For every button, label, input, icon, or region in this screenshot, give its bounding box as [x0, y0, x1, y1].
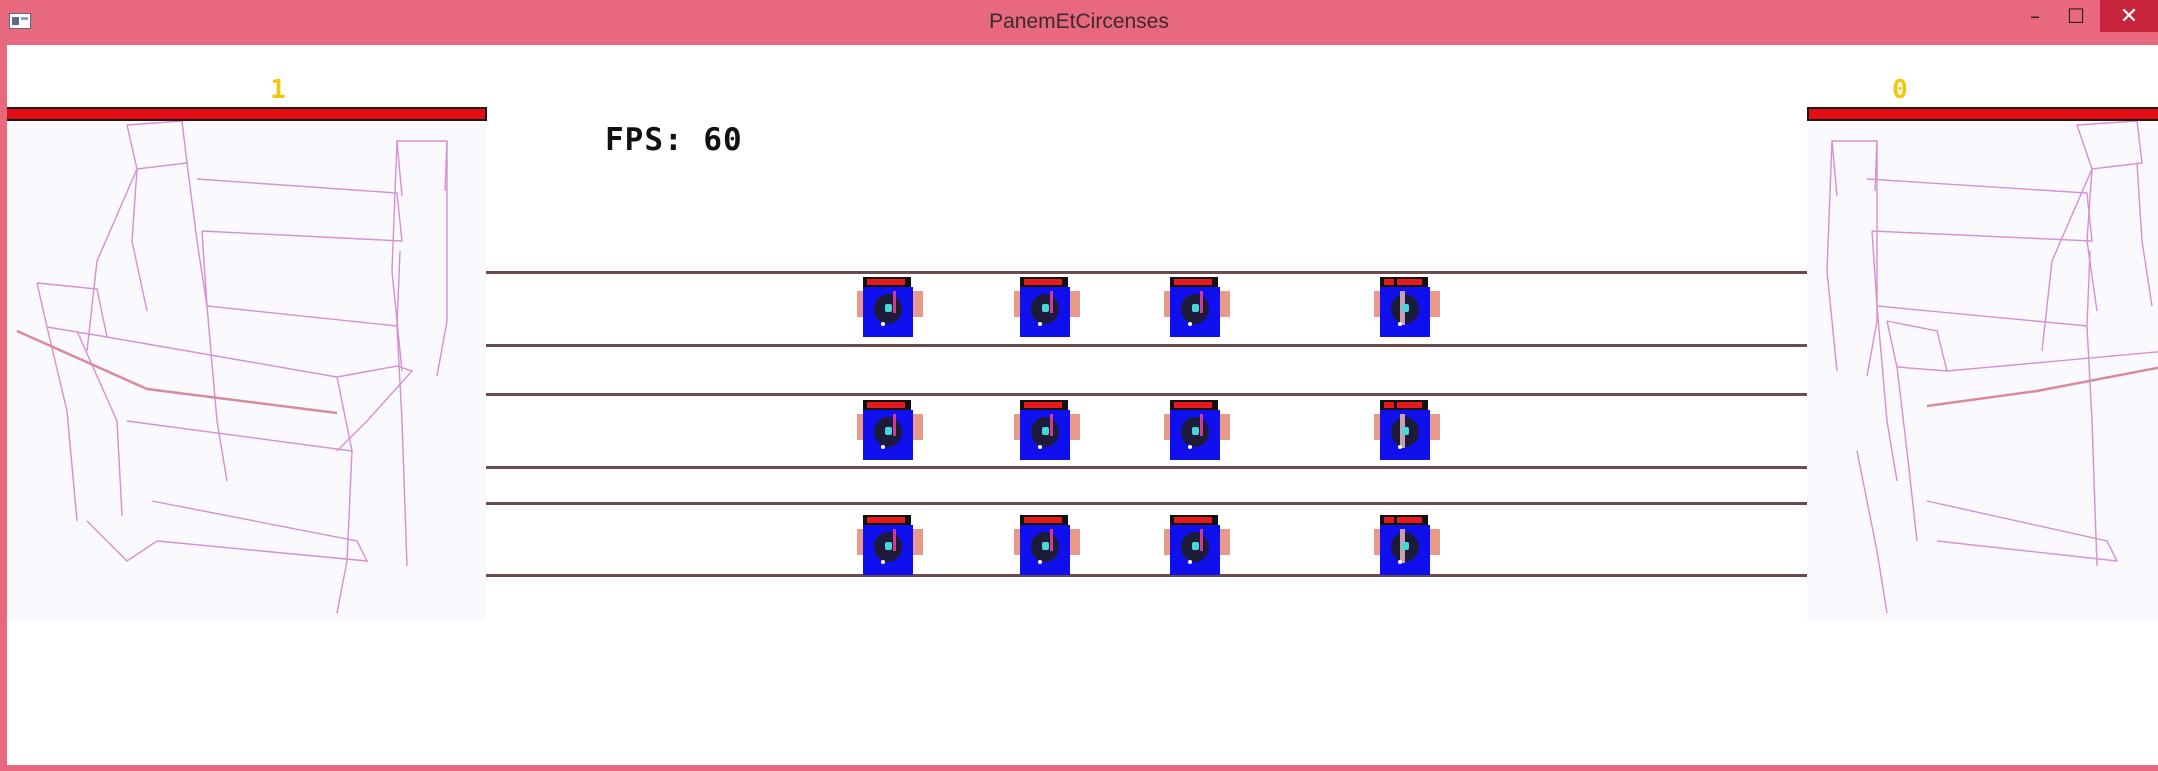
unit-stripe [893, 529, 896, 551]
window-titlebar[interactable]: PanemEtCircenses – ☐ ✕ [0, 0, 2158, 44]
unit-health-bar [1380, 400, 1428, 410]
unit-health-bar [863, 515, 911, 525]
robot-unit-icon[interactable] [1374, 400, 1440, 460]
unit-light [881, 322, 885, 326]
unit-stripe [1200, 529, 1203, 551]
unit-eye [1042, 304, 1049, 312]
game-canvas[interactable]: 1 0 FPS: 60 [7, 45, 2158, 765]
robot-unit-icon[interactable] [1014, 515, 1080, 575]
unit-light [1398, 322, 1402, 326]
lane-2-bottom-border [486, 466, 1807, 469]
unit-health-bar [1020, 515, 1068, 525]
lane-3-top-border [486, 502, 1807, 505]
robot-unit-icon[interactable] [1164, 515, 1230, 575]
unit-health-bar [1020, 400, 1068, 410]
unit-light [1398, 560, 1402, 564]
unit-eye [1402, 304, 1409, 312]
unit-health-bar [1020, 277, 1068, 287]
unit-eye [1192, 427, 1199, 435]
unit-eye [1042, 542, 1049, 550]
close-button[interactable]: ✕ [2100, 0, 2158, 32]
wireframe-chair-icon [1826, 121, 2158, 614]
robot-unit-icon[interactable] [857, 400, 923, 460]
unit-health-bar [863, 400, 911, 410]
unit-stripe [893, 414, 896, 436]
left-player-score: 1 [270, 75, 286, 105]
robot-unit-icon[interactable] [1164, 277, 1230, 337]
unit-light [1038, 322, 1042, 326]
robot-unit-icon[interactable] [1374, 277, 1440, 337]
unit-stripe [893, 291, 896, 313]
fps-counter: FPS: 60 [605, 122, 743, 158]
left-player-chair-panel [7, 121, 486, 621]
unit-eye [1402, 427, 1409, 435]
robot-unit-icon[interactable] [1014, 400, 1080, 460]
window-title: PanemEtCircenses [989, 10, 1169, 33]
unit-light [881, 560, 885, 564]
robot-unit-icon[interactable] [1014, 277, 1080, 337]
unit-light [1188, 445, 1192, 449]
unit-eye [885, 427, 892, 435]
lane-1-bottom-border [486, 344, 1807, 347]
right-player-health-bar [1807, 107, 2158, 121]
right-player-score: 0 [1892, 75, 1908, 105]
lane-3-bottom-border [486, 574, 1807, 577]
unit-eye [885, 304, 892, 312]
unit-eye [1192, 542, 1199, 550]
unit-health-bar [1380, 277, 1428, 287]
unit-eye [1402, 542, 1409, 550]
robot-unit-icon[interactable] [857, 277, 923, 337]
unit-eye [885, 542, 892, 550]
robot-unit-icon[interactable] [857, 515, 923, 575]
unit-stripe [1050, 529, 1053, 551]
unit-health-bar [1170, 400, 1218, 410]
unit-light [1038, 560, 1042, 564]
right-player-chair-panel [1807, 121, 2158, 621]
unit-health-bar [1380, 515, 1428, 525]
unit-health-bar [1170, 277, 1218, 287]
unit-eye [1192, 304, 1199, 312]
maximize-button[interactable]: ☐ [2055, 0, 2097, 32]
unit-stripe [1200, 291, 1203, 313]
left-player-health-bar [7, 107, 487, 121]
lane-1-top-border [486, 271, 1807, 274]
unit-stripe [1050, 291, 1053, 313]
unit-stripe [1050, 414, 1053, 436]
robot-unit-icon[interactable] [1164, 400, 1230, 460]
unit-light [1038, 445, 1042, 449]
unit-light [881, 445, 885, 449]
unit-light [1188, 322, 1192, 326]
unit-light [1188, 560, 1192, 564]
wireframe-chair-icon [16, 121, 448, 614]
lane-2-top-border [486, 393, 1807, 396]
unit-stripe [1200, 414, 1203, 436]
unit-health-bar [1170, 515, 1218, 525]
unit-light [1398, 445, 1402, 449]
unit-health-bar [863, 277, 911, 287]
minimize-button[interactable]: – [2014, 0, 2056, 32]
unit-eye [1042, 427, 1049, 435]
robot-unit-icon[interactable] [1374, 515, 1440, 575]
